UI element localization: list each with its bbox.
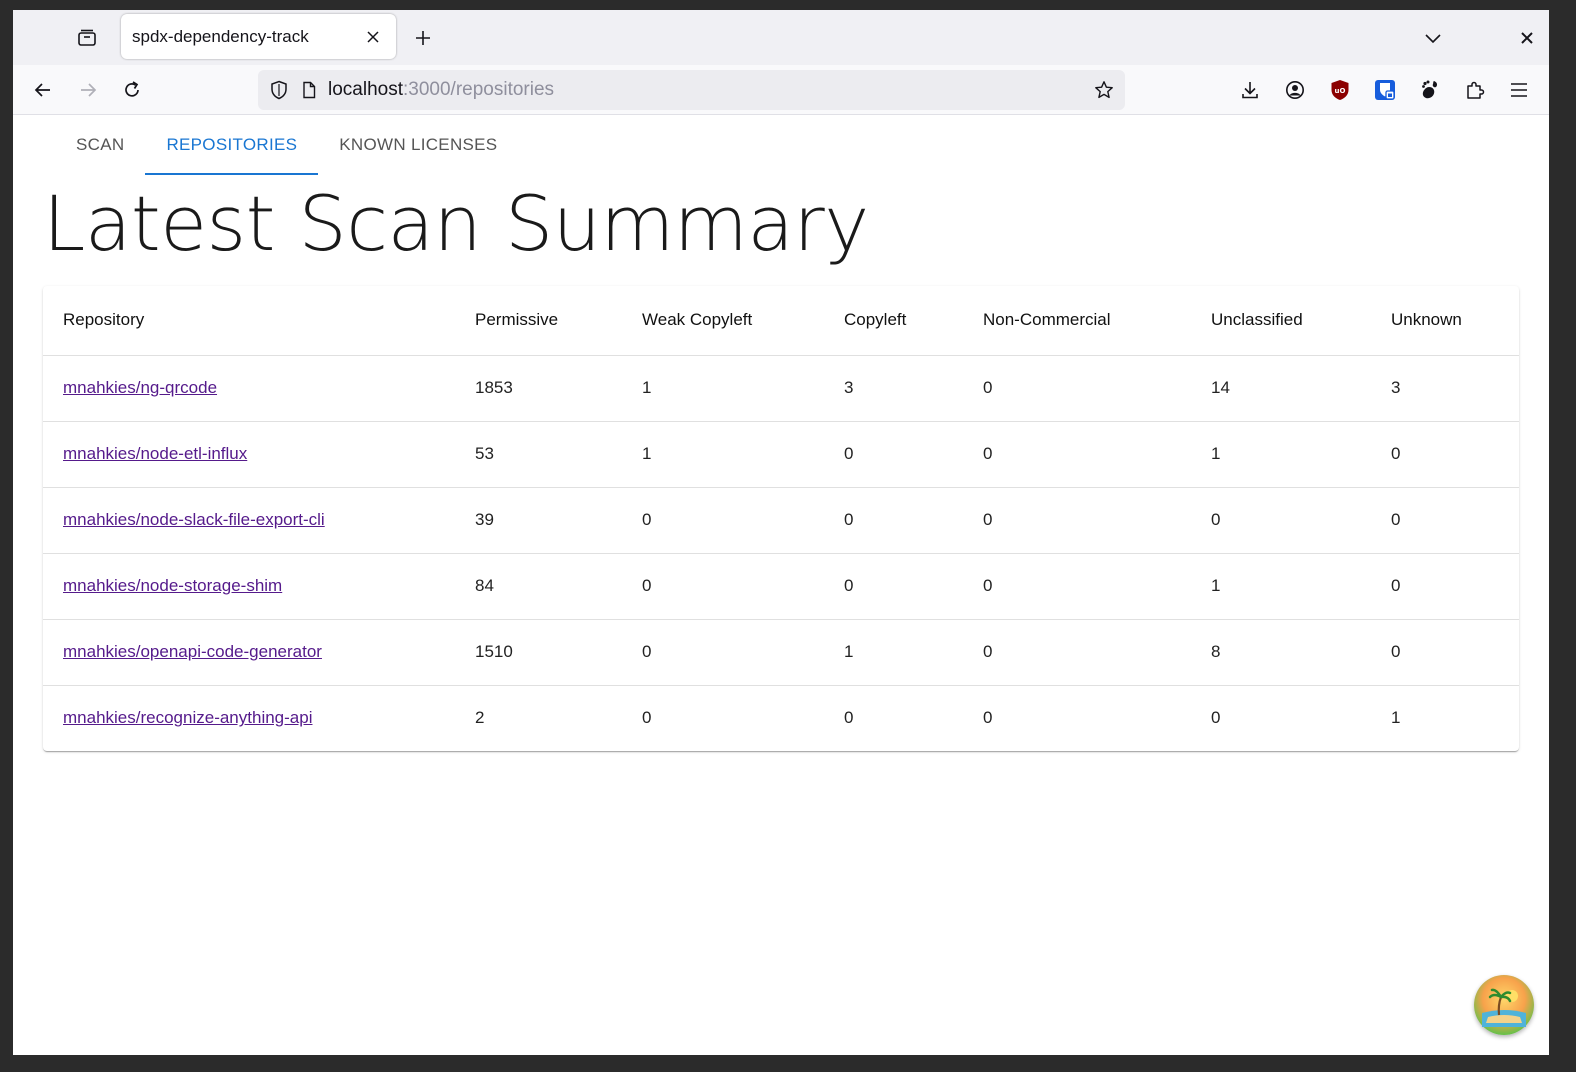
table-header-row: Repository Permissive Weak Copyleft Copy… [43,286,1519,356]
unclassified-cell: 0 [1211,708,1221,728]
page-content: SCAN REPOSITORIES KNOWN LICENSES Latest … [13,115,1549,1055]
repo-link[interactable]: mnahkies/openapi-code-generator [63,642,322,661]
table-row: mnahkies/openapi-code-generator 1510 0 1… [43,619,1519,686]
forward-icon[interactable] [72,74,104,106]
browser-tab[interactable]: spdx-dependency-track [121,14,396,59]
browser-window: spdx-dependency-track localhost:3000/rep… [13,10,1549,1055]
copyleft-cell: 0 [844,708,854,728]
unclassified-cell: 1 [1191,421,1371,488]
repo-cell: mnahkies/recognize-anything-api [43,685,455,751]
table-row: mnahkies/recognize-anything-api 2 0 0 0 … [43,685,1519,751]
copyleft-cell: 0 [824,487,963,554]
unclassified-cell: 8 [1191,619,1371,686]
summary-table: Repository Permissive Weak Copyleft Copy… [43,286,1519,751]
weak-copyleft-cell: 0 [642,708,652,728]
unknown-cell: 0 [1371,487,1519,554]
non-commercial-cell: 0 [963,619,1191,686]
unknown-cell: 1 [1391,708,1401,728]
account-icon[interactable] [1283,78,1307,102]
column-header-unclassified[interactable]: Unclassified [1191,286,1371,356]
column-header-permissive[interactable]: Permissive [455,286,622,356]
repo-link[interactable]: mnahkies/recognize-anything-api [63,708,312,727]
weak-copyleft-cell: 0 [622,619,824,686]
unknown-cell: 0 [1371,421,1519,488]
repo-cell: mnahkies/node-slack-file-export-cli [43,487,455,554]
column-header-copyleft[interactable]: Copyleft [824,286,963,356]
tab-bar: spdx-dependency-track [13,10,1549,65]
non-commercial-cell: 0 [963,355,1191,422]
repo-link[interactable]: mnahkies/node-etl-influx [63,444,247,463]
copyleft-cell: 0 [824,421,963,488]
unknown-cell: 3 [1371,355,1519,422]
star-icon[interactable] [1093,79,1115,101]
non-commercial-cell: 0 [963,553,1191,620]
download-icon[interactable] [1238,78,1262,102]
repo-link[interactable]: mnahkies/node-storage-shim [63,576,282,595]
repo-cell: mnahkies/node-etl-influx [43,421,455,488]
column-header-non-commercial[interactable]: Non-Commercial [963,286,1191,356]
tab-title: spdx-dependency-track [132,26,309,46]
bitwarden-icon[interactable] [1373,78,1397,102]
assistant-fab-icon[interactable] [1474,975,1534,1035]
back-icon[interactable] [27,74,59,106]
page-title: Latest Scan Summary [43,179,869,268]
unknown-cell: 0 [1371,619,1519,686]
ublock-icon[interactable]: uO [1328,78,1352,102]
unclassified-cell: 0 [1191,487,1371,554]
summary-table-card: Repository Permissive Weak Copyleft Copy… [43,286,1519,751]
unclassified-cell: 1 [1191,553,1371,620]
window-close-icon[interactable] [1511,22,1543,54]
plus-icon[interactable] [407,22,439,54]
permissive-cell: 2 [475,708,485,728]
table-row: mnahkies/ng-qrcode 1853 1 3 0 14 3 [43,355,1519,422]
copyleft-cell: 0 [824,553,963,620]
permissive-cell: 84 [455,553,622,620]
shield-icon[interactable] [268,79,290,101]
column-header-repository[interactable]: Repository [43,286,455,356]
page-icon[interactable] [300,79,318,101]
unknown-cell: 0 [1371,553,1519,620]
permissive-cell: 1853 [455,355,622,422]
tab-scan[interactable]: SCAN [55,115,145,175]
table-row: mnahkies/node-etl-influx 53 1 0 0 1 0 [43,421,1519,488]
gnome-icon[interactable] [1418,78,1442,102]
url-host: localhost [328,79,403,100]
menu-icon[interactable] [1507,78,1531,102]
weak-copyleft-cell: 1 [622,355,824,422]
reload-icon[interactable] [116,74,148,106]
column-header-unknown[interactable]: Unknown [1371,286,1519,356]
column-header-weak-copyleft[interactable]: Weak Copyleft [622,286,824,356]
non-commercial-cell: 0 [963,487,1191,554]
permissive-cell: 53 [455,421,622,488]
table-row: mnahkies/node-slack-file-export-cli 39 0… [43,487,1519,554]
tab-repositories[interactable]: REPOSITORIES [145,115,319,175]
table-row: mnahkies/node-storage-shim 84 0 0 0 1 0 [43,553,1519,620]
non-commercial-cell: 0 [983,708,993,728]
chevron-down-icon[interactable] [1417,22,1449,54]
repo-cell: mnahkies/ng-qrcode [43,355,455,422]
weak-copyleft-cell: 0 [622,553,824,620]
unclassified-cell: 14 [1191,355,1371,422]
permissive-cell: 39 [455,487,622,554]
extensions-icon[interactable] [1463,78,1487,102]
tab-known-licenses[interactable]: KNOWN LICENSES [318,115,518,175]
repo-link[interactable]: mnahkies/ng-qrcode [63,378,217,397]
url-path: :3000/repositories [403,79,555,100]
permissive-cell: 1510 [455,619,622,686]
copyleft-cell: 3 [824,355,963,422]
non-commercial-cell: 0 [963,421,1191,488]
svg-text:uO: uO [1335,87,1346,95]
repo-cell: mnahkies/node-storage-shim [43,553,455,620]
tab-overview-icon[interactable] [71,22,103,54]
app-tabs: SCAN REPOSITORIES KNOWN LICENSES [55,115,518,175]
copyleft-cell: 1 [824,619,963,686]
weak-copyleft-cell: 0 [622,487,824,554]
repo-link[interactable]: mnahkies/node-slack-file-export-cli [63,510,325,529]
navigation-bar: localhost:3000/repositories uO [13,65,1549,115]
repo-cell: mnahkies/openapi-code-generator [43,619,455,686]
weak-copyleft-cell: 1 [622,421,824,488]
close-icon[interactable] [362,26,384,48]
url-bar[interactable]: localhost:3000/repositories [258,70,1125,110]
url-text[interactable]: localhost:3000/repositories [328,79,1093,101]
